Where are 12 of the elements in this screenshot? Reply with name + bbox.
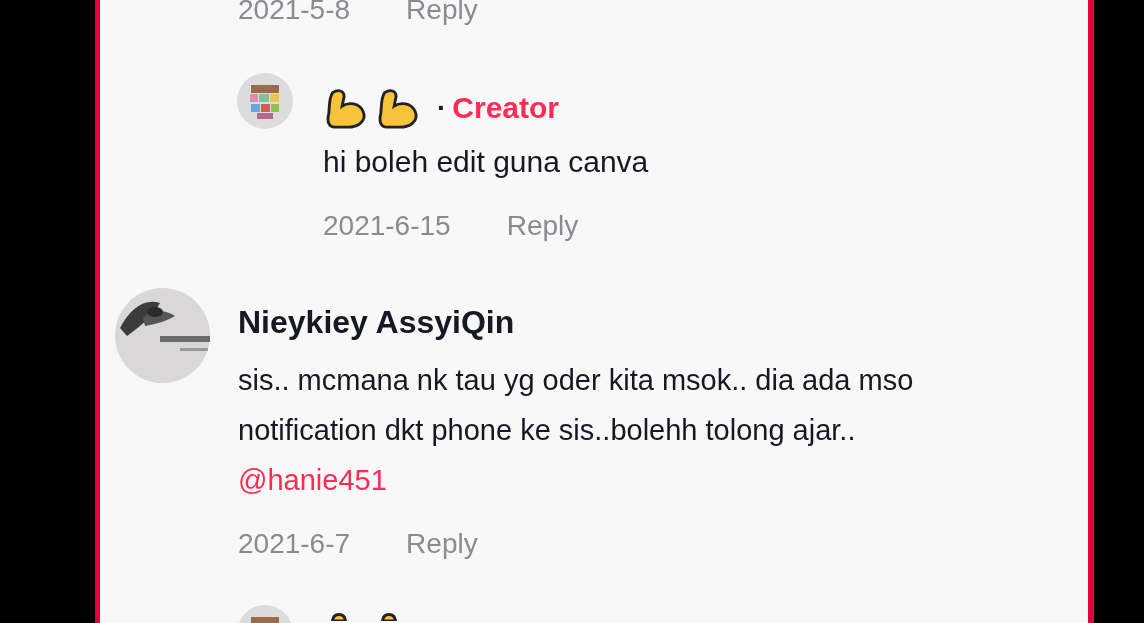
comment-date: 2021-6-15	[323, 209, 451, 243]
reply-link[interactable]: Reply	[506, 206, 579, 246]
creator-label: Creator	[452, 91, 560, 125]
comment-date: 2021-6-7	[238, 527, 351, 561]
comment-text: hi boleh edit guna canva	[323, 144, 649, 180]
reply-link[interactable]: Reply	[406, 524, 478, 564]
comment-text: sis.. mcmana nk tau yg oder kita msok.. dia ada mso	[238, 363, 914, 398]
comment-text: notification dkt phone ke sis..bolehh tolong ajar..	[238, 413, 857, 448]
comment-date: 2021-5-8	[238, 0, 351, 27]
author-name: Nieykiey AssyiQin	[238, 303, 516, 342]
mention-link[interactable]: @hanie451	[238, 455, 914, 505]
separator-dot: ·	[437, 92, 447, 124]
